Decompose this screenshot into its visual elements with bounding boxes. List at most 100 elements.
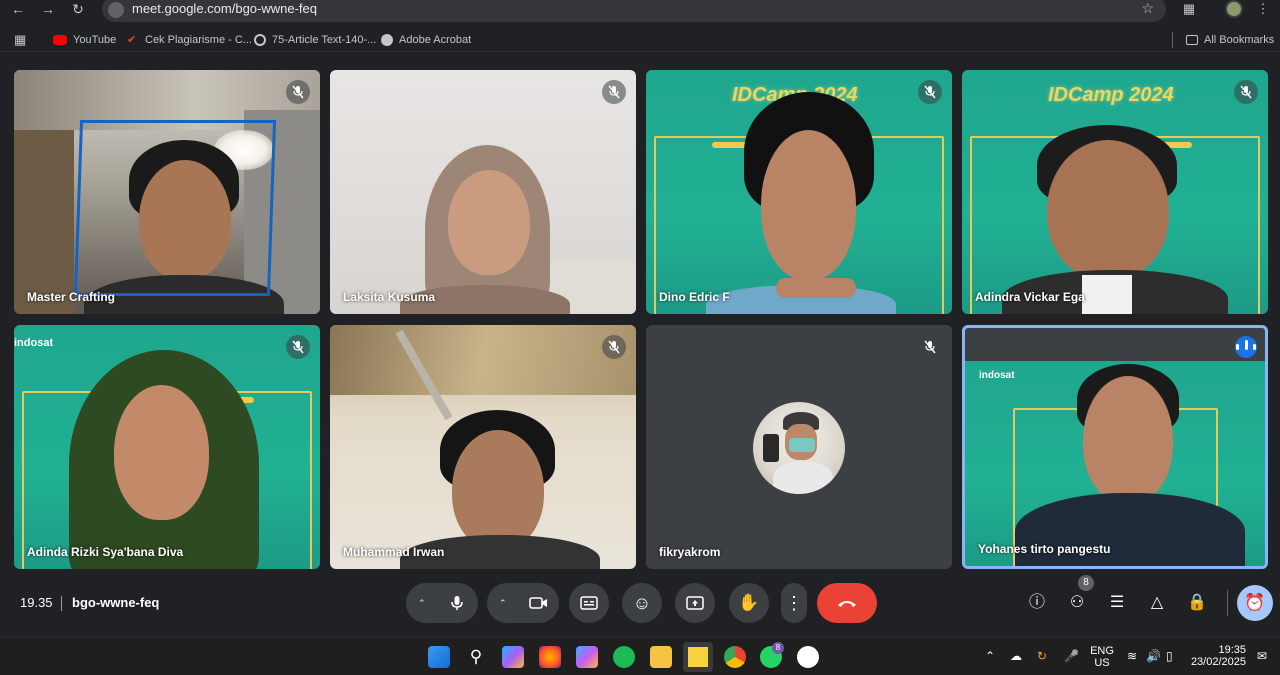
- chevron-up-icon[interactable]: ⌃: [499, 583, 507, 623]
- all-bookmarks-label: All Bookmarks: [1204, 34, 1275, 46]
- participant-tile[interactable]: Muhammad Irwan: [330, 325, 636, 569]
- reload-icon[interactable]: ↻: [70, 1, 86, 17]
- bookmark-label: YouTube: [73, 34, 117, 46]
- muted-mic-icon: [286, 335, 310, 359]
- back-icon[interactable]: ←: [10, 1, 26, 17]
- taskbar: ⚲ 8 ⌃ ☁ ↻ 🎤 ENG US ≋ 🔊 ▯ 19:35 23/02/202…: [0, 637, 1280, 675]
- participant-tile[interactable]: Laksita Kusuma: [330, 70, 636, 314]
- present-screen-icon: [686, 596, 704, 614]
- participant-name: Adindra Vickar Ega: [975, 290, 1085, 304]
- sync-icon[interactable]: ↻: [1037, 649, 1047, 663]
- activities-icon[interactable]: △: [1146, 592, 1168, 614]
- wifi-icon[interactable]: ≋: [1127, 649, 1137, 663]
- muted-mic-icon: [286, 80, 310, 104]
- sticky-notes-active[interactable]: [683, 642, 713, 672]
- more-options-button[interactable]: ⋮: [781, 583, 807, 623]
- extensions-icon[interactable]: ▦: [1181, 1, 1197, 17]
- apps-icon[interactable]: ▦: [14, 32, 26, 48]
- participant-tile[interactable]: Master Crafting: [14, 70, 320, 314]
- camera-button[interactable]: ⌃: [487, 583, 559, 623]
- zoom-app-icon[interactable]: [797, 646, 819, 668]
- firefox-icon[interactable]: [539, 646, 561, 668]
- notification-icon[interactable]: ✉: [1257, 649, 1267, 663]
- captions-button[interactable]: [569, 583, 609, 623]
- windows-start-icon[interactable]: [428, 646, 450, 668]
- participant-name: Master Crafting: [27, 290, 116, 304]
- bookmark-acrobat[interactable]: Adobe Acrobat: [381, 32, 471, 48]
- participant-name: fikryakrom: [659, 545, 721, 559]
- microphone-icon: [450, 584, 464, 627]
- participant-tile[interactable]: IDCamp 2024 Dino Edric F: [646, 70, 952, 314]
- leave-call-button[interactable]: [817, 583, 877, 623]
- bookmark-article[interactable]: 75-Article Text-140-...: [254, 32, 376, 48]
- end-call-icon: [836, 595, 858, 612]
- whatsapp-badge: 8: [772, 642, 784, 654]
- youtube-icon: [53, 35, 67, 45]
- participant-name: Laksita Kusuma: [343, 290, 436, 304]
- clock-date: 23/02/2025: [1190, 656, 1246, 668]
- language-label: ENG: [1090, 645, 1114, 657]
- mic-tray-icon[interactable]: 🎤: [1064, 649, 1079, 663]
- bookmark-youtube[interactable]: YouTube: [53, 32, 116, 48]
- file-explorer-icon[interactable]: [650, 646, 672, 668]
- folder-icon: [1186, 35, 1198, 45]
- region-label: US: [1094, 657, 1110, 669]
- volume-icon[interactable]: 🔊: [1146, 649, 1161, 663]
- bookmark-label: 75-Article Text-140-...: [272, 34, 377, 46]
- site-info-icon[interactable]: [108, 2, 124, 18]
- microphone-button[interactable]: ⌃: [406, 583, 478, 623]
- avatar: [753, 402, 845, 494]
- muted-mic-icon: [602, 335, 626, 359]
- participant-name: Yohanes tirto pangestu: [978, 542, 1111, 556]
- reactions-button[interactable]: ☺: [622, 583, 662, 623]
- divider: [61, 596, 62, 611]
- forward-icon[interactable]: →: [40, 1, 56, 17]
- chrome-icon[interactable]: [724, 646, 746, 668]
- search-icon[interactable]: ⚲: [465, 646, 487, 668]
- participant-tile[interactable]: indosat Adinda Rizki Sya'bana Diva: [14, 325, 320, 569]
- banner-title: IDCamp 2024: [1048, 84, 1174, 106]
- bookmark-star-icon[interactable]: ☆: [1141, 0, 1154, 17]
- participant-tile[interactable]: IDCamp 2024 Adindra Vickar Ega: [962, 70, 1268, 314]
- clock-time: 19:35: [1218, 644, 1246, 656]
- check-icon: ✔: [127, 34, 137, 46]
- muted-mic-icon: [602, 80, 626, 104]
- language-indicator[interactable]: ENG US: [1088, 645, 1116, 669]
- participant-tile[interactable]: fikryakrom: [646, 325, 952, 569]
- copilot-icon[interactable]: [502, 646, 524, 668]
- globe-icon: [254, 34, 266, 46]
- bookmarks-bar: ▦ YouTube ✔ Cek Plagiarisme - C... 75-Ar…: [0, 28, 1280, 52]
- people-count-badge: 8: [1078, 575, 1094, 591]
- emoji-icon: ☺: [632, 593, 652, 613]
- participant-name: Dino Edric F: [659, 290, 730, 304]
- all-bookmarks[interactable]: All Bookmarks: [1186, 32, 1274, 48]
- chevron-up-icon[interactable]: ⌃: [985, 649, 995, 663]
- hand-icon: ✋: [738, 593, 760, 612]
- meeting-details-icon[interactable]: ⓘ: [1026, 592, 1048, 614]
- copilot-pro-icon[interactable]: [576, 646, 598, 668]
- bookmark-label: Adobe Acrobat: [399, 34, 472, 46]
- chat-icon[interactable]: ☰: [1106, 592, 1128, 614]
- participant-name: Muhammad Irwan: [343, 545, 445, 559]
- menu-icon[interactable]: ⋮: [1255, 1, 1271, 17]
- speaking-indicator-icon: [1235, 336, 1257, 358]
- clock[interactable]: 19:35 23/02/2025: [1190, 644, 1246, 668]
- battery-icon[interactable]: ▯: [1166, 649, 1173, 663]
- spotify-icon[interactable]: [613, 646, 635, 668]
- muted-mic-icon: [1234, 80, 1258, 104]
- address-bar[interactable]: meet.google.com/bgo-wwne-feq ☆: [102, 0, 1166, 22]
- camera-icon: [529, 583, 549, 626]
- brand-logo: indosat: [14, 337, 54, 349]
- people-icon[interactable]: ⚇: [1066, 592, 1088, 614]
- raise-hand-button[interactable]: ✋: [729, 583, 769, 623]
- timer-icon[interactable]: ⏰: [1237, 585, 1273, 621]
- onedrive-icon[interactable]: ☁: [1010, 649, 1022, 663]
- meeting-code: bgo-wwne-feq: [72, 595, 160, 610]
- url-text[interactable]: meet.google.com/bgo-wwne-feq: [132, 1, 317, 16]
- present-button[interactable]: [675, 583, 715, 623]
- host-controls-icon[interactable]: 🔒: [1186, 592, 1208, 614]
- bookmark-cek-plagiarisme[interactable]: ✔ Cek Plagiarisme - C...: [127, 32, 252, 48]
- participant-tile-active-speaker[interactable]: indosat Yohanes tirto pangestu: [962, 325, 1268, 569]
- profile-avatar[interactable]: [1225, 0, 1243, 18]
- chevron-up-icon[interactable]: ⌃: [418, 583, 426, 623]
